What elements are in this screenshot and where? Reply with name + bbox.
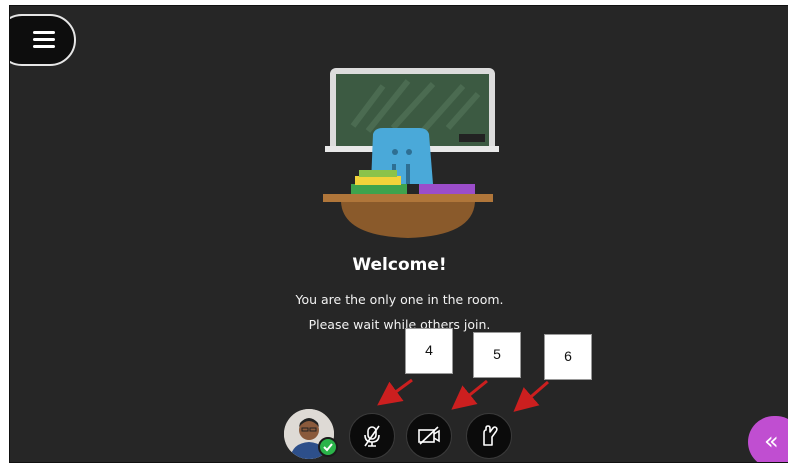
callout-label-4: 4 [405, 328, 453, 374]
raise-hand-icon [483, 425, 498, 446]
welcome-title: Welcome! [352, 255, 447, 275]
menu-button[interactable] [10, 14, 76, 66]
microphone-button[interactable] [349, 413, 395, 459]
classroom-illustration [323, 68, 499, 238]
microphone-muted-icon [364, 425, 380, 447]
callout-label-6: 6 [544, 334, 592, 380]
status-message-wait: Please wait while others join. [308, 317, 491, 332]
session-stage: Welcome! You are the only one in the roo… [9, 5, 788, 463]
raise-hand-button[interactable] [466, 413, 512, 459]
status-message-alone: You are the only one in the room. [295, 292, 504, 307]
collapse-panel-button[interactable]: « [748, 416, 788, 462]
camera-off-icon [418, 426, 440, 445]
callout-label-5: 5 [473, 332, 521, 378]
camera-button[interactable] [406, 413, 452, 459]
hamburger-icon [33, 31, 55, 49]
double-chevron-left-icon: « [764, 427, 779, 455]
check-icon [318, 437, 338, 457]
